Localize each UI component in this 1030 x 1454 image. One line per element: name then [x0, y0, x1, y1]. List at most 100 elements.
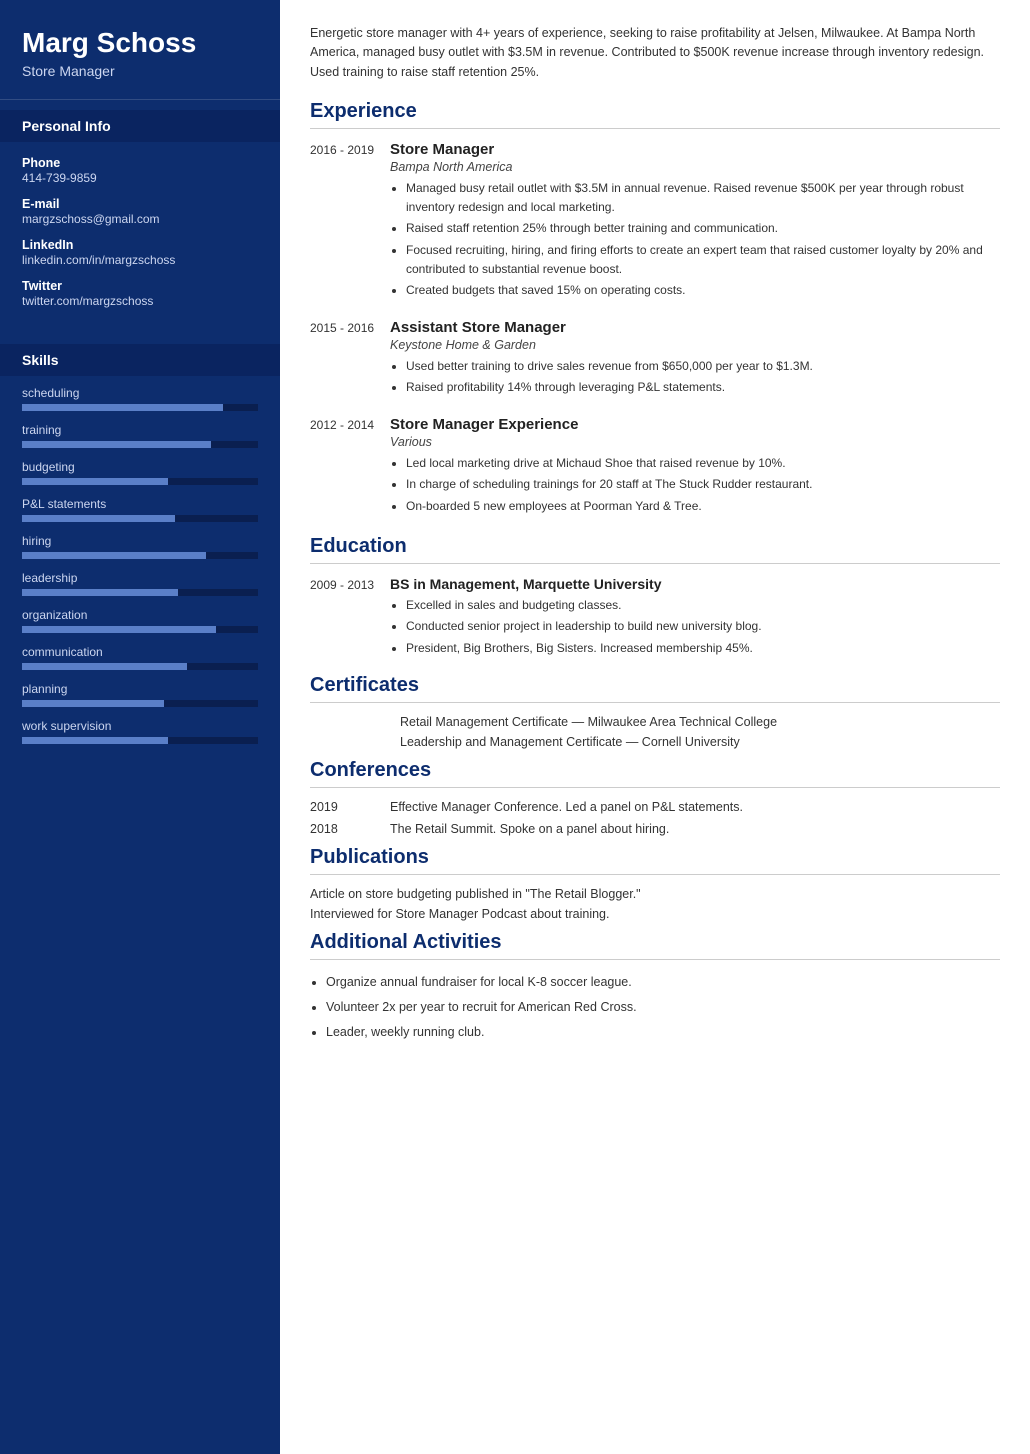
certificates-entries: Retail Management Certificate — Milwauke… [310, 715, 1000, 749]
skill-name: work supervision [22, 719, 258, 733]
skill-bar-fill [22, 404, 223, 411]
skill-item: work supervision [22, 719, 258, 744]
activity-item: Organize annual fundraiser for local K-8… [326, 972, 1000, 993]
publications-entries: Article on store budgeting published in … [310, 887, 1000, 921]
skill-bar [22, 626, 258, 633]
phone-item: Phone 414-739-9859 [22, 156, 258, 185]
skill-bar-fill [22, 552, 206, 559]
edu-content: BS in Management, Marquette University E… [390, 576, 1000, 661]
skill-item: organization [22, 608, 258, 633]
pub-entry: Article on store budgeting published in … [310, 887, 1000, 901]
education-heading: Education [310, 535, 1000, 564]
skill-bar [22, 737, 258, 744]
skill-name: hiring [22, 534, 258, 548]
experience-entry: 2012 - 2014 Store Manager Experience Var… [310, 416, 1000, 519]
skill-bar [22, 404, 258, 411]
skill-bar-fill [22, 589, 178, 596]
skill-name: P&L statements [22, 497, 258, 511]
skill-bar [22, 441, 258, 448]
entry-bullets: Led local marketing drive at Michaud Sho… [390, 454, 1000, 516]
skill-name: communication [22, 645, 258, 659]
skill-bar-fill [22, 737, 168, 744]
bullet-item: In charge of scheduling trainings for 20… [406, 475, 1000, 494]
skill-bar-fill [22, 663, 187, 670]
skill-bar [22, 552, 258, 559]
edu-bullets: Excelled in sales and budgeting classes.… [390, 596, 1000, 658]
bullet-item: Raised profitability 14% through leverag… [406, 378, 1000, 397]
linkedin-value: linkedin.com/in/margzschoss [22, 253, 258, 267]
activities-heading: Additional Activities [310, 931, 1000, 960]
skills-section: scheduling training budgeting P&L statem… [0, 376, 280, 766]
conferences-section: Conferences 2019 Effective Manager Confe… [310, 759, 1000, 836]
skill-item: planning [22, 682, 258, 707]
skill-item: scheduling [22, 386, 258, 411]
entry-company: Various [390, 435, 1000, 449]
email-label: E-mail [22, 197, 258, 211]
experience-entries: 2016 - 2019 Store Manager Bampa North Am… [310, 141, 1000, 519]
bullet-item: Used better training to drive sales reve… [406, 357, 1000, 376]
bullet-item: President, Big Brothers, Big Sisters. In… [406, 639, 1000, 658]
entry-content: Store Manager Experience Various Led loc… [390, 416, 1000, 519]
twitter-item: Twitter twitter.com/margzschoss [22, 279, 258, 308]
bullet-item: Raised staff retention 25% through bette… [406, 219, 1000, 238]
entry-job-title: Assistant Store Manager [390, 319, 1000, 336]
skill-name: training [22, 423, 258, 437]
education-section: Education 2009 - 2013 BS in Management, … [310, 535, 1000, 661]
entry-bullets: Used better training to drive sales reve… [390, 357, 1000, 397]
contact-section: Phone 414-739-9859 E-mail margzschoss@gm… [0, 142, 280, 334]
bullet-item: Led local marketing drive at Michaud Sho… [406, 454, 1000, 473]
entry-dates: 2015 - 2016 [310, 319, 390, 400]
skill-name: planning [22, 682, 258, 696]
certificates-heading: Certificates [310, 674, 1000, 703]
skill-bar-dark [187, 663, 258, 670]
skill-name: budgeting [22, 460, 258, 474]
skill-bar [22, 589, 258, 596]
skill-bar-fill [22, 700, 164, 707]
twitter-label: Twitter [22, 279, 258, 293]
conferences-entries: 2019 Effective Manager Conference. Led a… [310, 800, 1000, 836]
cert-entry: Leadership and Management Certificate — … [310, 735, 1000, 749]
cert-entry: Retail Management Certificate — Milwauke… [310, 715, 1000, 729]
skill-bar-dark [216, 626, 258, 633]
skill-item: budgeting [22, 460, 258, 485]
phone-value: 414-739-9859 [22, 171, 258, 185]
skill-name: organization [22, 608, 258, 622]
skill-item: communication [22, 645, 258, 670]
skill-item: P&L statements [22, 497, 258, 522]
bullet-item: Conducted senior project in leadership t… [406, 617, 1000, 636]
entry-content: Assistant Store Manager Keystone Home & … [390, 319, 1000, 400]
phone-label: Phone [22, 156, 258, 170]
candidate-name: Marg Schoss [22, 28, 258, 59]
skill-name: leadership [22, 571, 258, 585]
main-content: Energetic store manager with 4+ years of… [280, 0, 1030, 1454]
experience-entry: 2016 - 2019 Store Manager Bampa North Am… [310, 141, 1000, 303]
publications-heading: Publications [310, 846, 1000, 875]
entry-company: Keystone Home & Garden [390, 338, 1000, 352]
skill-bar-dark [178, 589, 258, 596]
skill-bar-fill [22, 441, 211, 448]
education-entries: 2009 - 2013 BS in Management, Marquette … [310, 576, 1000, 661]
summary-text: Energetic store manager with 4+ years of… [310, 24, 1000, 82]
conf-entry: 2019 Effective Manager Conference. Led a… [310, 800, 1000, 814]
conf-text: Effective Manager Conference. Led a pane… [390, 800, 743, 814]
skill-bar-fill [22, 478, 168, 485]
skills-heading: Skills [0, 344, 280, 376]
skill-bar [22, 663, 258, 670]
skill-bar-dark [168, 737, 258, 744]
conf-year: 2019 [310, 800, 390, 814]
entry-job-title: Store Manager [390, 141, 1000, 158]
entry-company: Bampa North America [390, 160, 1000, 174]
certificates-section: Certificates Retail Management Certifica… [310, 674, 1000, 749]
activity-item: Leader, weekly running club. [326, 1022, 1000, 1043]
entry-dates: 2012 - 2014 [310, 416, 390, 519]
linkedin-item: LinkedIn linkedin.com/in/margzschoss [22, 238, 258, 267]
bullet-item: Created budgets that saved 15% on operat… [406, 281, 1000, 300]
skill-bar-dark [164, 700, 258, 707]
skill-bar-dark [211, 441, 258, 448]
entry-job-title: Store Manager Experience [390, 416, 1000, 433]
email-item: E-mail margzschoss@gmail.com [22, 197, 258, 226]
activity-item: Volunteer 2x per year to recruit for Ame… [326, 997, 1000, 1018]
skill-bar-dark [223, 404, 258, 411]
linkedin-label: LinkedIn [22, 238, 258, 252]
conf-year: 2018 [310, 822, 390, 836]
